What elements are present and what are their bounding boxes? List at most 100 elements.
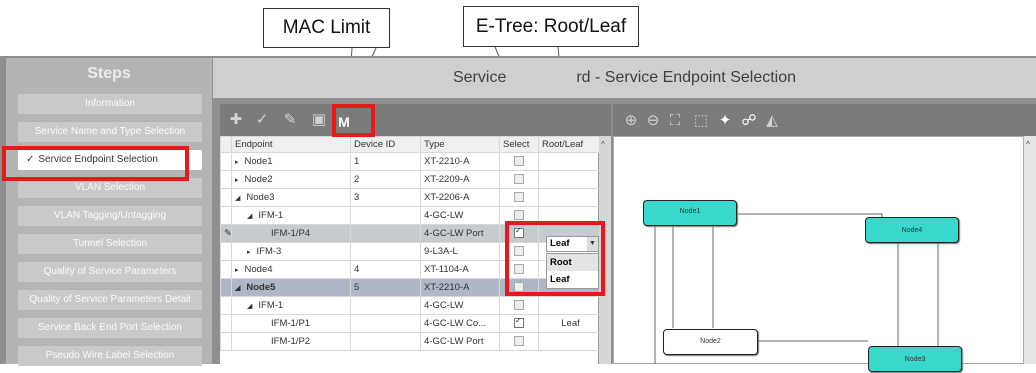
endpoint-cell[interactable]: ▸ Node4	[231, 260, 351, 279]
device-id-cell: 4	[350, 260, 421, 279]
root-leaf-cell[interactable]	[538, 188, 600, 207]
table-row[interactable]: ▸ Node1 1 XT-2210-A	[220, 152, 600, 171]
select-cell	[499, 152, 539, 171]
device-id-cell: 1	[350, 152, 421, 171]
select-checkbox[interactable]	[514, 316, 524, 329]
endpoint-cell[interactable]: ◢ IFM-1	[231, 296, 351, 315]
column-header-device-id[interactable]: Device ID	[350, 136, 421, 153]
root-leaf-cell[interactable]	[538, 170, 600, 189]
type-cell: 4-GC-LW	[420, 296, 500, 315]
root-leaf-cell[interactable]: Leaf	[538, 314, 600, 333]
device-id-cell	[350, 296, 421, 315]
step-label: Quality of Service Parameters	[43, 266, 177, 277]
step-item[interactable]: Pseudo Wire Label Selection	[18, 346, 202, 366]
endpoint-cell[interactable]: IFM-1/P2	[231, 332, 351, 351]
zoom-out-icon[interactable]: ⊖	[643, 111, 663, 131]
step-label: Quality of Service Parameters Detail	[29, 294, 191, 305]
root-leaf-cell[interactable]	[538, 332, 600, 351]
select-checkbox[interactable]	[514, 210, 524, 221]
select-icon[interactable]: ⬚	[691, 111, 711, 131]
expander-icon[interactable]: ◢	[247, 213, 252, 220]
endpoint-name: IFM-1	[258, 300, 284, 311]
wand-icon[interactable]: ✎	[280, 110, 300, 130]
step-label: VLAN Tagging/Untagging	[53, 210, 167, 221]
column-header-endpoint[interactable]: Endpoint	[231, 136, 351, 153]
fit-icon[interactable]: ⛶	[665, 111, 685, 131]
type-cell: XT-2210-A	[420, 278, 500, 297]
row-edit-cell: ✎	[220, 224, 232, 243]
wrench-icon[interactable]: ✦	[715, 111, 735, 131]
step-item[interactable]: Tunnel Selection	[18, 234, 202, 254]
type-cell: XT-2206-A	[420, 188, 500, 207]
column-header-type[interactable]: Type	[420, 136, 500, 153]
table-row[interactable]: IFM-1/P2 4-GC-LW Port	[220, 332, 600, 351]
column-header-root-leaf[interactable]: Root/Leaf	[538, 136, 600, 153]
select-checkbox[interactable]	[514, 192, 524, 203]
tree-layout-icon[interactable]: ☍	[739, 111, 759, 131]
device-id-cell	[350, 332, 421, 351]
expander-icon[interactable]: ▸	[247, 249, 251, 256]
endpoint-cell[interactable]: ▸ Node1	[231, 152, 351, 171]
endpoint-cell[interactable]: IFM-1/P1	[231, 314, 351, 333]
root-leaf-cell[interactable]	[538, 152, 600, 171]
image-icon[interactable]: ◭	[762, 111, 782, 131]
node3-box[interactable]: Node3	[868, 346, 962, 372]
canvas-scrollbar[interactable]	[1024, 136, 1036, 364]
expander-icon[interactable]: ▸	[235, 177, 239, 184]
row-edit-cell	[220, 332, 232, 351]
endpoint-cell[interactable]: ◢ Node5	[231, 278, 351, 297]
step-item[interactable]: Service Back End Port Selection	[18, 318, 202, 338]
table-row[interactable]: ◢ Node3 3 XT-2206-A	[220, 188, 600, 207]
table-row[interactable]: ◢ IFM-1 4-GC-LW	[220, 296, 600, 315]
page-title: Service rd - Service Endpoint Selection	[452, 69, 797, 86]
endpoint-icon[interactable]: ▣	[309, 110, 329, 130]
row-edit-cell	[220, 314, 232, 333]
select-checkbox[interactable]	[514, 300, 524, 311]
expander-icon[interactable]: ◢	[235, 285, 240, 292]
device-id-cell	[350, 224, 421, 243]
mac-limit-highlight	[332, 104, 375, 137]
expander-icon[interactable]: ◢	[247, 303, 252, 310]
step-item[interactable]: Quality of Service Parameters	[18, 262, 202, 282]
expander-icon[interactable]: ◢	[235, 195, 240, 202]
step-item[interactable]: VLAN Tagging/Untagging	[18, 206, 202, 226]
step-label: Information	[84, 98, 136, 109]
step-label: Tunnel Selection	[72, 238, 148, 249]
step-item[interactable]: Quality of Service Parameters Detail	[18, 290, 202, 310]
table-row[interactable]: ▸ Node2 2 XT-2209-A	[220, 170, 600, 189]
endpoint-cell[interactable]: ▸ IFM-3	[231, 242, 351, 261]
type-cell: XT-2210-A	[420, 152, 500, 171]
step-item[interactable]: VLAN Selection	[18, 178, 202, 198]
step-item[interactable]: Service Name and Type Selection	[18, 122, 202, 142]
device-id-cell: 3	[350, 188, 421, 207]
node2-box[interactable]: Node2	[663, 329, 758, 355]
canvas-scroll-up-icon[interactable]: ^	[1026, 140, 1030, 149]
expander-icon[interactable]: ▸	[235, 267, 239, 274]
row-edit-cell	[220, 206, 232, 225]
endpoint-name: IFM-1/P4	[271, 228, 311, 239]
select-checkbox[interactable]	[514, 156, 524, 167]
endpoint-cell[interactable]: ▸ Node2	[231, 170, 351, 189]
endpoint-name: IFM-1/P2	[271, 336, 311, 347]
step-item[interactable]: Information	[18, 94, 202, 114]
zoom-in-icon[interactable]: ⊕	[621, 111, 641, 131]
select-cell	[499, 188, 539, 207]
step-label: VLAN Selection	[74, 182, 146, 193]
type-cell: 4-GC-LW Co...	[420, 314, 500, 333]
node4-box[interactable]: Node4	[865, 217, 959, 243]
scroll-up-icon[interactable]: ^	[601, 140, 605, 149]
column-header-select[interactable]: Select	[499, 136, 539, 153]
add-icon[interactable]: ✚	[226, 110, 246, 130]
expander-icon[interactable]: ▸	[235, 159, 239, 166]
endpoint-cell[interactable]: IFM-1/P4	[231, 224, 351, 243]
table-row[interactable]: IFM-1/P1 4-GC-LW Co... Leaf	[220, 314, 600, 333]
node1-box[interactable]: Node1	[643, 200, 737, 226]
select-checkbox[interactable]	[514, 174, 524, 185]
row-edit-cell	[220, 278, 232, 297]
root-leaf-highlight	[505, 221, 605, 296]
check-icon[interactable]: ✓	[252, 110, 272, 130]
endpoint-cell[interactable]: ◢ IFM-1	[231, 206, 351, 225]
select-checkbox[interactable]	[514, 336, 524, 347]
root-leaf-cell[interactable]	[538, 296, 600, 315]
endpoint-cell[interactable]: ◢ Node3	[231, 188, 351, 207]
